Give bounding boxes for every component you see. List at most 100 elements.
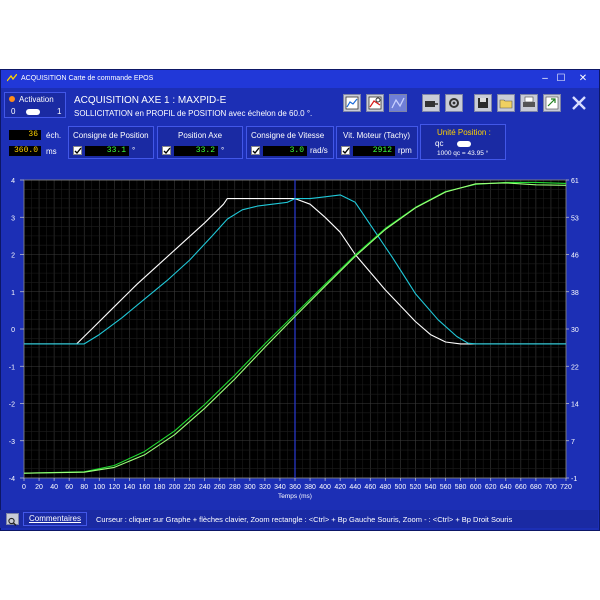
graph-zoom-button[interactable] bbox=[366, 94, 384, 112]
app-icon bbox=[7, 74, 17, 82]
x-tick-label: 160 bbox=[139, 484, 151, 491]
unite-position-toggle[interactable] bbox=[457, 141, 471, 147]
x-tick-label: 400 bbox=[319, 484, 331, 491]
activation-on-label: 1 bbox=[57, 107, 62, 116]
x-tick-label: 40 bbox=[50, 484, 58, 491]
y-left-tick-label: 0 bbox=[11, 327, 15, 334]
header-title: ACQUISITION AXE 1 : MAXPID-E bbox=[74, 95, 227, 106]
print-button[interactable] bbox=[520, 94, 538, 112]
close-button[interactable] bbox=[570, 94, 588, 112]
commentaires-button[interactable]: Commentaires bbox=[23, 512, 87, 526]
x-axis-label: Temps (ms) bbox=[278, 493, 312, 500]
y-right-tick-label: -1 bbox=[571, 476, 577, 483]
graph-button[interactable] bbox=[343, 94, 361, 112]
motor-icon bbox=[425, 101, 438, 107]
x-tick-label: 340 bbox=[274, 484, 286, 491]
x-tick-label: 0 bbox=[22, 484, 26, 491]
settings-button[interactable] bbox=[445, 94, 463, 112]
status-bar: Commentaires Curseur : cliquer sur Graph… bbox=[0, 510, 598, 528]
y-left-tick-label: 4 bbox=[11, 178, 15, 185]
consigne-position-value: 33.1 bbox=[85, 146, 129, 156]
save-button[interactable] bbox=[474, 94, 492, 112]
x-tick-label: 320 bbox=[259, 484, 271, 491]
window-title: ACQUISITION Carte de commande EPOS bbox=[21, 75, 154, 82]
y-right-tick-label: 53 bbox=[571, 215, 579, 222]
window-close-button[interactable]: ✕ bbox=[569, 70, 597, 88]
activation-off-label: 0 bbox=[11, 107, 16, 116]
activation-label: Activation bbox=[19, 95, 54, 104]
search-button[interactable] bbox=[6, 513, 19, 526]
graph-zoom-icon bbox=[368, 96, 382, 110]
consigne-vitesse-unit: rad/s bbox=[310, 146, 328, 155]
x-tick-label: 620 bbox=[485, 484, 497, 491]
open-folder-button[interactable] bbox=[497, 94, 515, 112]
y-left-tick-label: -1 bbox=[9, 364, 15, 371]
consigne-position-checkbox[interactable] bbox=[73, 146, 82, 155]
x-tick-label: 420 bbox=[334, 484, 346, 491]
x-tick-label: 20 bbox=[35, 484, 43, 491]
y-left-tick-label: -3 bbox=[9, 439, 15, 446]
status-hint: Curseur : cliquer sur Graphe + flèches c… bbox=[96, 515, 513, 524]
graph-active-button[interactable] bbox=[389, 94, 407, 112]
y-right-tick-label: 61 bbox=[571, 178, 579, 185]
settings-icon bbox=[449, 98, 459, 108]
check-icon bbox=[163, 147, 171, 155]
x-tick-label: 440 bbox=[349, 484, 361, 491]
y-left-tick-label: -2 bbox=[9, 402, 15, 409]
x-tick-label: 680 bbox=[530, 484, 542, 491]
export-icon bbox=[545, 96, 559, 110]
export-button[interactable] bbox=[543, 94, 561, 112]
consigne-vitesse-value: 3.0 bbox=[263, 146, 307, 156]
x-tick-label: 600 bbox=[470, 484, 482, 491]
x-tick-label: 240 bbox=[199, 484, 211, 491]
x-tick-label: 520 bbox=[410, 484, 422, 491]
consigne-position-unit: ° bbox=[132, 146, 136, 155]
motor-button[interactable] bbox=[422, 94, 440, 112]
position-axe-title: Position Axe bbox=[178, 131, 223, 140]
y-right-tick-label: 38 bbox=[571, 290, 579, 297]
unite-position-panel: Unité Position : qc 1000 qc = 43.95 ° bbox=[420, 124, 506, 160]
x-tick-label: 360 bbox=[289, 484, 301, 491]
y-right-tick-label: 22 bbox=[571, 364, 579, 371]
graph-icon bbox=[345, 96, 359, 110]
chart[interactable]: 0 20 40 60 80 100 120 140 160 180 200 220 240 260 280 3… bbox=[0, 171, 598, 501]
x-tick-label: 280 bbox=[229, 484, 241, 491]
position-axe-panel: Position Axe 33.2 ° bbox=[157, 126, 243, 159]
x-tick-label: 200 bbox=[169, 484, 181, 491]
save-icon bbox=[478, 98, 488, 108]
print-icon bbox=[523, 96, 535, 107]
vit-moteur-checkbox[interactable] bbox=[341, 146, 350, 155]
title-bar: ACQUISITION Carte de commande EPOS – ☐ ✕ bbox=[1, 70, 599, 88]
consigne-position-title: Consigne de Position bbox=[73, 131, 149, 140]
y-right-tick-label: 7 bbox=[571, 439, 575, 446]
y-left-tick-label: 3 bbox=[11, 215, 15, 222]
x-tick-label: 660 bbox=[515, 484, 527, 491]
y-right-tick-label: 46 bbox=[571, 253, 579, 260]
x-tick-label: 500 bbox=[395, 484, 407, 491]
x-tick-label: 540 bbox=[425, 484, 437, 491]
x-tick-label: 560 bbox=[440, 484, 452, 491]
y-right-tick-label: 30 bbox=[571, 327, 579, 334]
x-tick-label: 140 bbox=[124, 484, 136, 491]
consigne-vitesse-panel: Consigne de Vitesse 3.0 rad/s bbox=[246, 126, 334, 159]
x-tick-label: 60 bbox=[65, 484, 73, 491]
x-tick-label: 380 bbox=[304, 484, 316, 491]
consigne-vitesse-checkbox[interactable] bbox=[251, 146, 260, 155]
samples-unit: éch. bbox=[46, 131, 62, 140]
samples-field[interactable]: 36 bbox=[9, 130, 41, 140]
check-icon bbox=[342, 147, 350, 155]
duration-field[interactable]: 360.0 bbox=[9, 146, 41, 156]
x-tick-label: 220 bbox=[184, 484, 196, 491]
close-icon bbox=[572, 96, 586, 110]
x-tick-label: 720 bbox=[560, 484, 572, 491]
vit-moteur-title: Vit. Moteur (Tachy) bbox=[343, 131, 410, 140]
y-left-tick-label: -4 bbox=[9, 476, 15, 483]
x-tick-label: 300 bbox=[244, 484, 256, 491]
led-icon bbox=[9, 96, 15, 102]
plot-area[interactable]: 0 20 40 60 80 100 120 140 160 180 200 220 240 260 280 3… bbox=[0, 171, 598, 506]
position-axe-checkbox[interactable] bbox=[162, 146, 171, 155]
x-tick-label: 460 bbox=[364, 484, 376, 491]
open-folder-icon bbox=[499, 99, 513, 109]
activation-toggle[interactable] bbox=[26, 109, 40, 115]
unite-position-unit: qc bbox=[435, 139, 444, 148]
